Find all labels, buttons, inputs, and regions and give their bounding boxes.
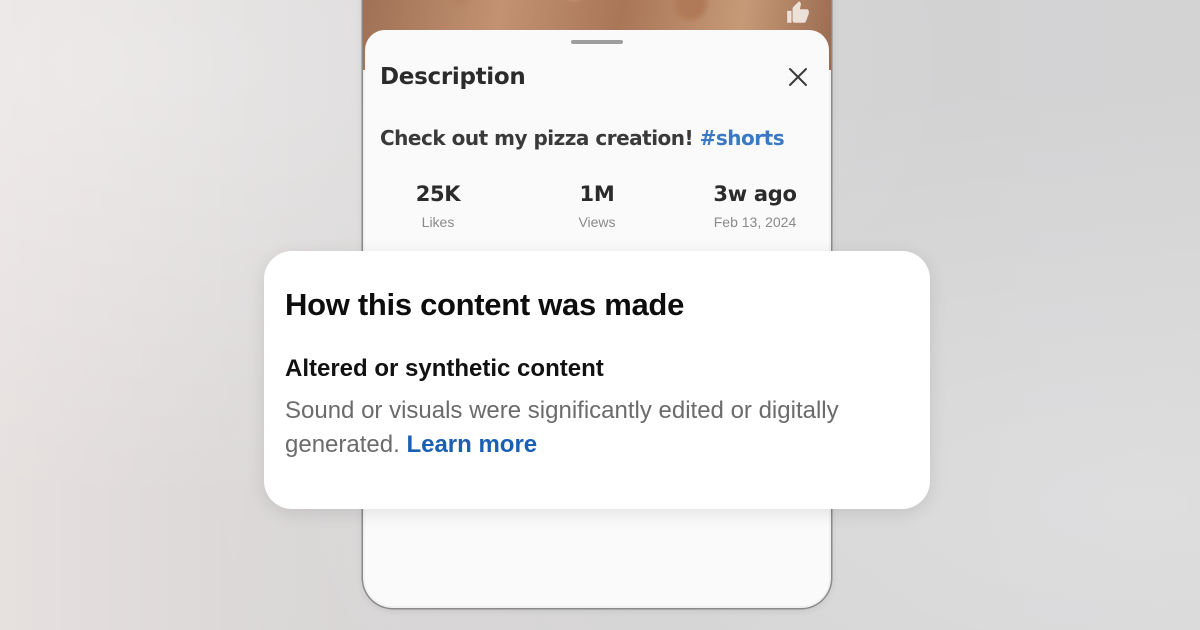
stat-label: Feb 13, 2024: [713, 214, 797, 230]
close-button[interactable]: [783, 62, 813, 92]
video-caption: Check out my pizza creation! #shorts: [380, 126, 785, 150]
card-body: Sound or visuals were significantly edit…: [285, 394, 915, 462]
learn-more-link[interactable]: Learn more: [406, 431, 537, 458]
stat-date: 3w ago Feb 13, 2024: [685, 182, 825, 230]
stat-value: 25K: [415, 182, 461, 206]
stat-likes: 25K Likes: [368, 182, 508, 230]
caption-text: Check out my pizza creation!: [380, 126, 700, 150]
content-info-card: How this content was made Altered or syn…: [264, 251, 930, 509]
stat-value: 1M: [579, 182, 615, 206]
hashtag-link[interactable]: #shorts: [700, 126, 785, 150]
card-title: How this content was made: [285, 287, 685, 322]
stat-label: Likes: [421, 214, 455, 230]
stat-views: 1M Views: [527, 182, 667, 230]
stat-label: Views: [578, 214, 616, 230]
sheet-title: Description: [380, 64, 526, 90]
card-body-text: Sound or visuals were significantly edit…: [285, 397, 839, 458]
close-icon: [789, 68, 807, 86]
drag-handle[interactable]: [571, 40, 623, 44]
card-subtitle: Altered or synthetic content: [285, 355, 604, 382]
thumbs-up-icon[interactable]: [785, 0, 811, 26]
stat-value: 3w ago: [713, 182, 797, 206]
